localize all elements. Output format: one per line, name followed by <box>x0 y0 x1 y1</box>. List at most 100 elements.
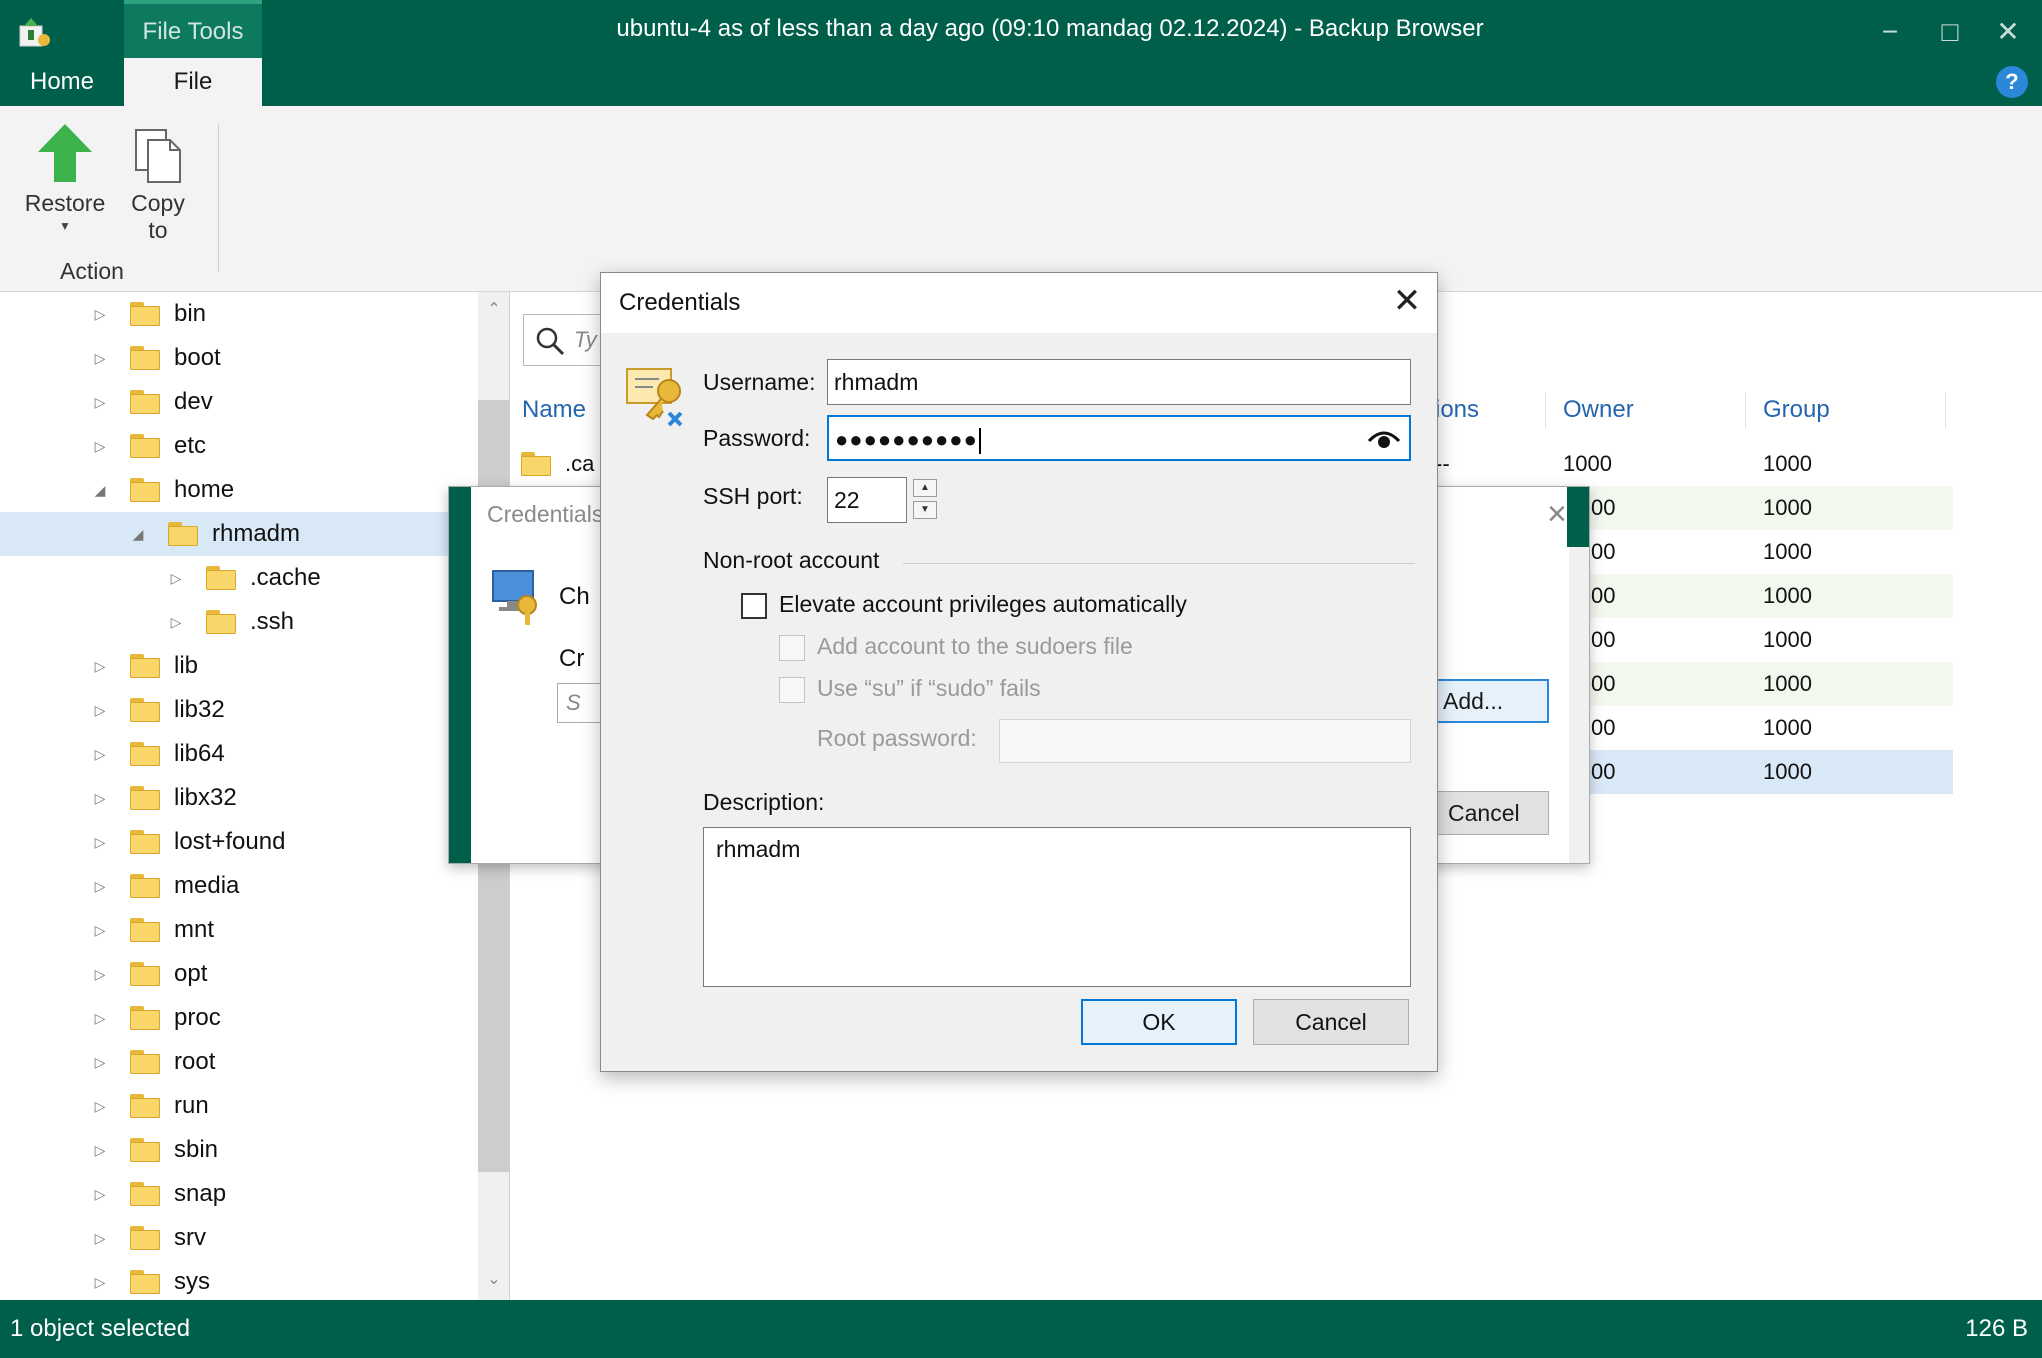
expand-arrow-icon[interactable]: ▷ <box>90 1050 110 1074</box>
tree-item[interactable]: ▷ snap <box>0 1172 480 1216</box>
column-header-group[interactable]: Group <box>1763 396 1830 424</box>
scroll-down-icon[interactable]: ⌄ <box>478 1268 509 1292</box>
expand-arrow-icon[interactable]: ▷ <box>90 1006 110 1030</box>
expand-arrow-icon[interactable]: ▷ <box>90 390 110 414</box>
stepper-down-icon[interactable]: ▼ <box>913 501 937 519</box>
close-window-button[interactable]: ✕ <box>1990 14 2026 50</box>
folder-tree: ▷ bin ▷ boot ▷ dev ▷ etc ◢ home ◢ rhmadm ▷ .cache ▷ .ss… <box>0 292 510 1300</box>
tree-item-label: media <box>174 872 240 899</box>
tree-item[interactable]: ▷ srv <box>0 1216 480 1260</box>
tree-item[interactable]: ▷ dev <box>0 380 480 424</box>
collapse-arrow-icon[interactable]: ◢ <box>90 478 110 502</box>
tree-item[interactable]: ▷ run <box>0 1084 480 1128</box>
maximize-button[interactable]: □ <box>1932 14 1968 50</box>
tree-item[interactable]: ▷ opt <box>0 952 480 996</box>
group-cell: 1000 <box>1763 759 1812 784</box>
expand-arrow-icon[interactable]: ▷ <box>90 698 110 722</box>
restore-button[interactable]: Restore ▼ <box>20 120 110 233</box>
expand-arrow-icon[interactable]: ▷ <box>90 1270 110 1294</box>
tree-item-label: run <box>174 1092 209 1119</box>
expand-arrow-icon[interactable]: ▷ <box>90 1138 110 1162</box>
folder-icon <box>130 740 160 766</box>
tree-item-label: .cache <box>250 564 321 591</box>
sudoers-checkbox[interactable] <box>779 635 805 661</box>
column-header-name[interactable]: Name <box>522 396 586 424</box>
tree-item-label: .ssh <box>250 608 295 635</box>
tree-item[interactable]: ▷ media <box>0 864 480 908</box>
ok-button[interactable]: OK <box>1081 999 1237 1045</box>
collapse-arrow-icon[interactable]: ◢ <box>128 522 148 546</box>
expand-arrow-icon[interactable]: ▷ <box>90 786 110 810</box>
expand-arrow-icon[interactable]: ▷ <box>90 742 110 766</box>
folder-icon <box>130 872 160 898</box>
expand-arrow-icon[interactable]: ▷ <box>90 962 110 986</box>
folder-icon <box>130 784 160 810</box>
username-field[interactable]: rhmadm <box>827 359 1411 405</box>
stepper-up-icon[interactable]: ▲ <box>913 479 937 497</box>
dialog-accent-stripe <box>449 487 471 863</box>
tree-item[interactable]: ▷ lib64 <box>0 732 480 776</box>
tree-item[interactable]: ▷ boot <box>0 336 480 380</box>
owner-cell: 00 <box>1591 759 1616 784</box>
copy-icon <box>135 129 181 183</box>
tree-item[interactable]: ▷ .cache <box>0 556 480 600</box>
chevron-down-icon[interactable]: ▼ <box>20 219 110 233</box>
expand-arrow-icon[interactable]: ▷ <box>90 346 110 370</box>
tree-item[interactable]: ▷ root <box>0 1040 480 1084</box>
expand-arrow-icon[interactable]: ▷ <box>166 610 186 634</box>
elevate-privileges-checkbox[interactable] <box>741 593 767 619</box>
expand-arrow-icon[interactable]: ▷ <box>90 1182 110 1206</box>
tree-item[interactable]: ▷ etc <box>0 424 480 468</box>
expand-arrow-icon[interactable]: ▷ <box>90 830 110 854</box>
column-divider[interactable] <box>1945 392 1946 428</box>
app-icon <box>19 18 50 47</box>
expand-arrow-icon[interactable]: ▷ <box>90 1094 110 1118</box>
column-header-owner[interactable]: Owner <box>1563 396 1634 424</box>
expand-arrow-icon[interactable]: ▷ <box>90 874 110 898</box>
expand-arrow-icon[interactable]: ▷ <box>90 654 110 678</box>
expand-arrow-icon[interactable]: ▷ <box>90 302 110 326</box>
tree-item[interactable]: ▷ bin <box>0 292 480 336</box>
tree-item[interactable]: ◢ rhmadm <box>0 512 480 556</box>
root-password-field[interactable] <box>999 719 1411 763</box>
expand-arrow-icon[interactable]: ▷ <box>90 1226 110 1250</box>
tree-item[interactable]: ▷ lost+found <box>0 820 480 864</box>
file-name-cell: .ca <box>565 451 595 476</box>
scroll-up-icon[interactable]: ⌃ <box>478 298 509 322</box>
close-icon[interactable]: ✕ <box>1387 281 1427 321</box>
column-divider[interactable] <box>1545 392 1546 428</box>
expand-arrow-icon[interactable]: ▷ <box>90 918 110 942</box>
ssh-port-label: SSH port: <box>703 483 803 509</box>
expand-arrow-icon[interactable]: ▷ <box>90 434 110 458</box>
password-field[interactable]: ●●●●●●●●●● <box>827 415 1411 461</box>
tree-item[interactable]: ◢ home <box>0 468 480 512</box>
tree-item[interactable]: ▷ proc <box>0 996 480 1040</box>
column-header-permissions[interactable]: ions <box>1435 396 1479 424</box>
expand-arrow-icon[interactable]: ▷ <box>166 566 186 590</box>
tab-home[interactable]: Home <box>0 58 124 106</box>
owner-cell: 00 <box>1591 671 1616 696</box>
tree-item[interactable]: ▷ sys <box>0 1260 480 1300</box>
ssh-port-stepper[interactable]: ▲ ▼ <box>913 477 943 523</box>
tree-item-label: lib32 <box>174 696 225 723</box>
search-placeholder: Ty <box>574 327 597 352</box>
tree-item[interactable]: ▷ sbin <box>0 1128 480 1172</box>
help-icon[interactable]: ? <box>1996 66 2028 98</box>
close-icon[interactable]: × <box>1547 495 1567 534</box>
tree-item[interactable]: ▷ libx32 <box>0 776 480 820</box>
tree-item[interactable]: ▷ mnt <box>0 908 480 952</box>
copy-to-button[interactable]: Copy to <box>120 120 196 244</box>
ssh-port-field[interactable]: 22 <box>827 477 907 523</box>
cancel-button[interactable]: Cancel <box>1253 999 1409 1045</box>
tree-item[interactable]: ▷ lib <box>0 644 480 688</box>
column-divider[interactable] <box>1745 392 1746 428</box>
dialog-title: Credentials <box>619 289 741 316</box>
tree-item[interactable]: ▷ .ssh <box>0 600 480 644</box>
tree-item[interactable]: ▷ lib32 <box>0 688 480 732</box>
eye-icon[interactable] <box>1367 427 1401 451</box>
tab-file[interactable]: File <box>124 58 262 106</box>
use-su-checkbox[interactable] <box>779 677 805 703</box>
minimize-button[interactable]: − <box>1872 14 1908 50</box>
elevate-privileges-label[interactable]: Elevate account privileges automatically <box>779 591 1187 618</box>
description-textarea[interactable]: rhmadm <box>703 827 1411 987</box>
